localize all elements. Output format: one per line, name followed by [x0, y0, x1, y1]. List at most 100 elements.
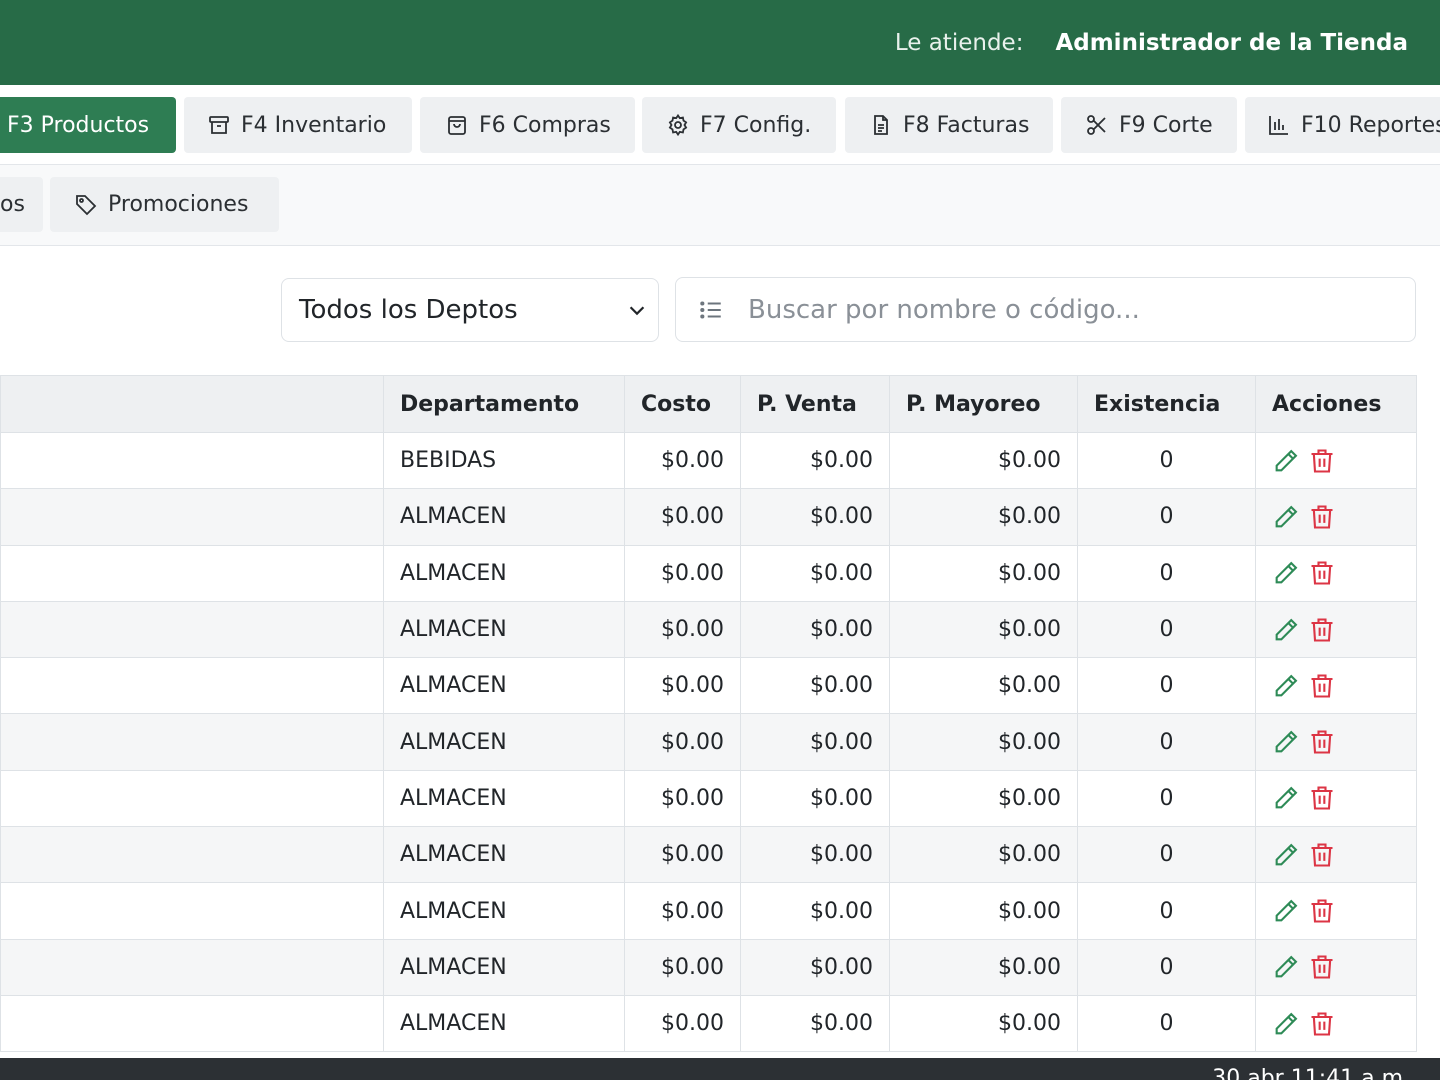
cell-costo: $0.00 [624, 713, 741, 771]
cell-departamento: ALMACEN [383, 882, 625, 940]
trash-icon [1311, 955, 1333, 979]
edit-button[interactable] [1272, 503, 1300, 531]
gear-icon [668, 113, 688, 137]
cell-acciones [1255, 431, 1417, 490]
table-row[interactable]: ALMACEN $0.00 $0.00 $0.00 0 [0, 713, 1417, 771]
delete-button[interactable] [1308, 503, 1336, 531]
tab-corte[interactable]: F9 Corte [1061, 97, 1237, 153]
tab-reportes[interactable]: F10 Reportes [1245, 97, 1440, 153]
pencil-icon [1275, 674, 1298, 697]
cell-acciones [1255, 713, 1417, 771]
cell-precio-venta: $0.00 [740, 882, 890, 940]
edit-button[interactable] [1272, 728, 1300, 756]
cell-product-name [0, 826, 384, 884]
bag-icon [448, 116, 466, 135]
tab-facturas[interactable]: F8 Facturas [845, 97, 1053, 153]
cell-costo: $0.00 [624, 769, 741, 828]
department-select[interactable]: Todos los Deptos [281, 278, 659, 342]
cell-existencia: 0 [1077, 488, 1256, 546]
cell-departamento: ALMACEN [383, 600, 625, 659]
delete-button[interactable] [1308, 784, 1336, 812]
user-name: Administrador de la Tienda [1055, 29, 1408, 56]
table-row[interactable]: ALMACEN $0.00 $0.00 $0.00 0 [0, 769, 1417, 828]
cell-existencia: 0 [1077, 994, 1256, 1053]
search-input[interactable]: Buscar por nombre o código... [675, 277, 1416, 342]
table-row[interactable]: ALMACEN $0.00 $0.00 $0.00 0 [0, 657, 1417, 715]
pencil-icon [1275, 618, 1298, 640]
cell-departamento: ALMACEN [383, 657, 625, 715]
delete-button[interactable] [1308, 953, 1336, 981]
table-row[interactable]: ALMACEN $0.00 $0.00 $0.00 0 [0, 938, 1417, 996]
cell-acciones [1255, 488, 1417, 546]
bar-chart-icon [1269, 116, 1288, 135]
cell-costo: $0.00 [624, 938, 741, 996]
delete-button[interactable] [1308, 897, 1336, 925]
cell-product-name [0, 657, 384, 715]
column-header-precio-mayoreo[interactable]: P. Mayoreo [889, 375, 1078, 433]
trash-icon [1311, 617, 1333, 642]
cell-existencia: 0 [1077, 544, 1256, 602]
cell-existencia: 0 [1077, 769, 1256, 828]
tab-label: F3 Productos [7, 112, 150, 138]
delete-button[interactable] [1308, 559, 1336, 587]
delete-button[interactable] [1308, 1010, 1336, 1038]
cell-precio-mayoreo: $0.00 [889, 769, 1078, 828]
top-header-bar: Le atiende: Administrador de la Tienda [0, 0, 1440, 85]
edit-button[interactable] [1272, 953, 1300, 981]
cell-costo: $0.00 [624, 882, 741, 940]
subtab-promociones[interactable]: Promociones [50, 177, 279, 232]
pencil-icon [1275, 899, 1298, 922]
cell-precio-venta: $0.00 [740, 994, 890, 1053]
column-header-acciones: Acciones [1255, 375, 1417, 433]
table-row[interactable]: ALMACEN $0.00 $0.00 $0.00 0 [0, 826, 1417, 884]
pencil-icon [1275, 955, 1298, 978]
table-row[interactable]: ALMACEN $0.00 $0.00 $0.00 0 [0, 882, 1417, 940]
column-header-name[interactable] [0, 375, 384, 433]
edit-button[interactable] [1272, 784, 1300, 812]
table-row[interactable]: ALMACEN $0.00 $0.00 $0.00 0 [0, 994, 1417, 1053]
delete-button[interactable] [1308, 841, 1336, 869]
tab-label: F9 Corte [1119, 112, 1213, 138]
edit-button[interactable] [1272, 447, 1300, 475]
trash-icon [1311, 899, 1333, 923]
edit-button[interactable] [1272, 841, 1300, 869]
cell-precio-venta: $0.00 [740, 544, 890, 602]
subtab-partial[interactable]: os [0, 177, 43, 232]
cell-costo: $0.00 [624, 431, 741, 490]
cell-departamento: ALMACEN [383, 544, 625, 602]
column-header-precio-venta[interactable]: P. Venta [740, 375, 890, 433]
column-header-existencia[interactable]: Existencia [1077, 375, 1256, 433]
table-row[interactable]: ALMACEN $0.00 $0.00 $0.00 0 [0, 600, 1417, 659]
column-header-departamento[interactable]: Departamento [383, 375, 625, 433]
cell-existencia: 0 [1077, 657, 1256, 715]
column-header-costo[interactable]: Costo [624, 375, 741, 433]
edit-button[interactable] [1272, 672, 1300, 700]
cell-existencia: 0 [1077, 938, 1256, 996]
delete-button[interactable] [1308, 672, 1336, 700]
tab-config[interactable]: F7 Config. [642, 97, 836, 153]
cell-costo: $0.00 [624, 994, 741, 1053]
edit-button[interactable] [1272, 559, 1300, 587]
cell-costo: $0.00 [624, 657, 741, 715]
edit-button[interactable] [1272, 1010, 1300, 1038]
cell-product-name [0, 882, 384, 940]
cell-product-name [0, 713, 384, 771]
table-row[interactable]: ALMACEN $0.00 $0.00 $0.00 0 [0, 544, 1417, 602]
cell-precio-mayoreo: $0.00 [889, 826, 1078, 884]
cell-product-name [0, 769, 384, 828]
table-row[interactable]: ALMACEN $0.00 $0.00 $0.00 0 [0, 488, 1417, 546]
delete-button[interactable] [1308, 447, 1336, 475]
tag-icon [76, 194, 97, 215]
table-header-row: Departamento Costo P. Venta P. Mayoreo E… [0, 375, 1417, 433]
delete-button[interactable] [1308, 616, 1336, 644]
tab-compras[interactable]: F6 Compras [420, 97, 635, 153]
edit-button[interactable] [1272, 616, 1300, 644]
delete-button[interactable] [1308, 728, 1336, 756]
trash-icon [1311, 674, 1333, 698]
table-row[interactable]: BEBIDAS $0.00 $0.00 $0.00 0 [0, 431, 1417, 490]
sub-tabs: os Promociones [0, 165, 1440, 246]
edit-button[interactable] [1272, 897, 1300, 925]
tab-productos[interactable]: F3 Productos [0, 97, 176, 153]
tab-inventario[interactable]: F4 Inventario [184, 97, 412, 153]
cell-precio-mayoreo: $0.00 [889, 938, 1078, 996]
